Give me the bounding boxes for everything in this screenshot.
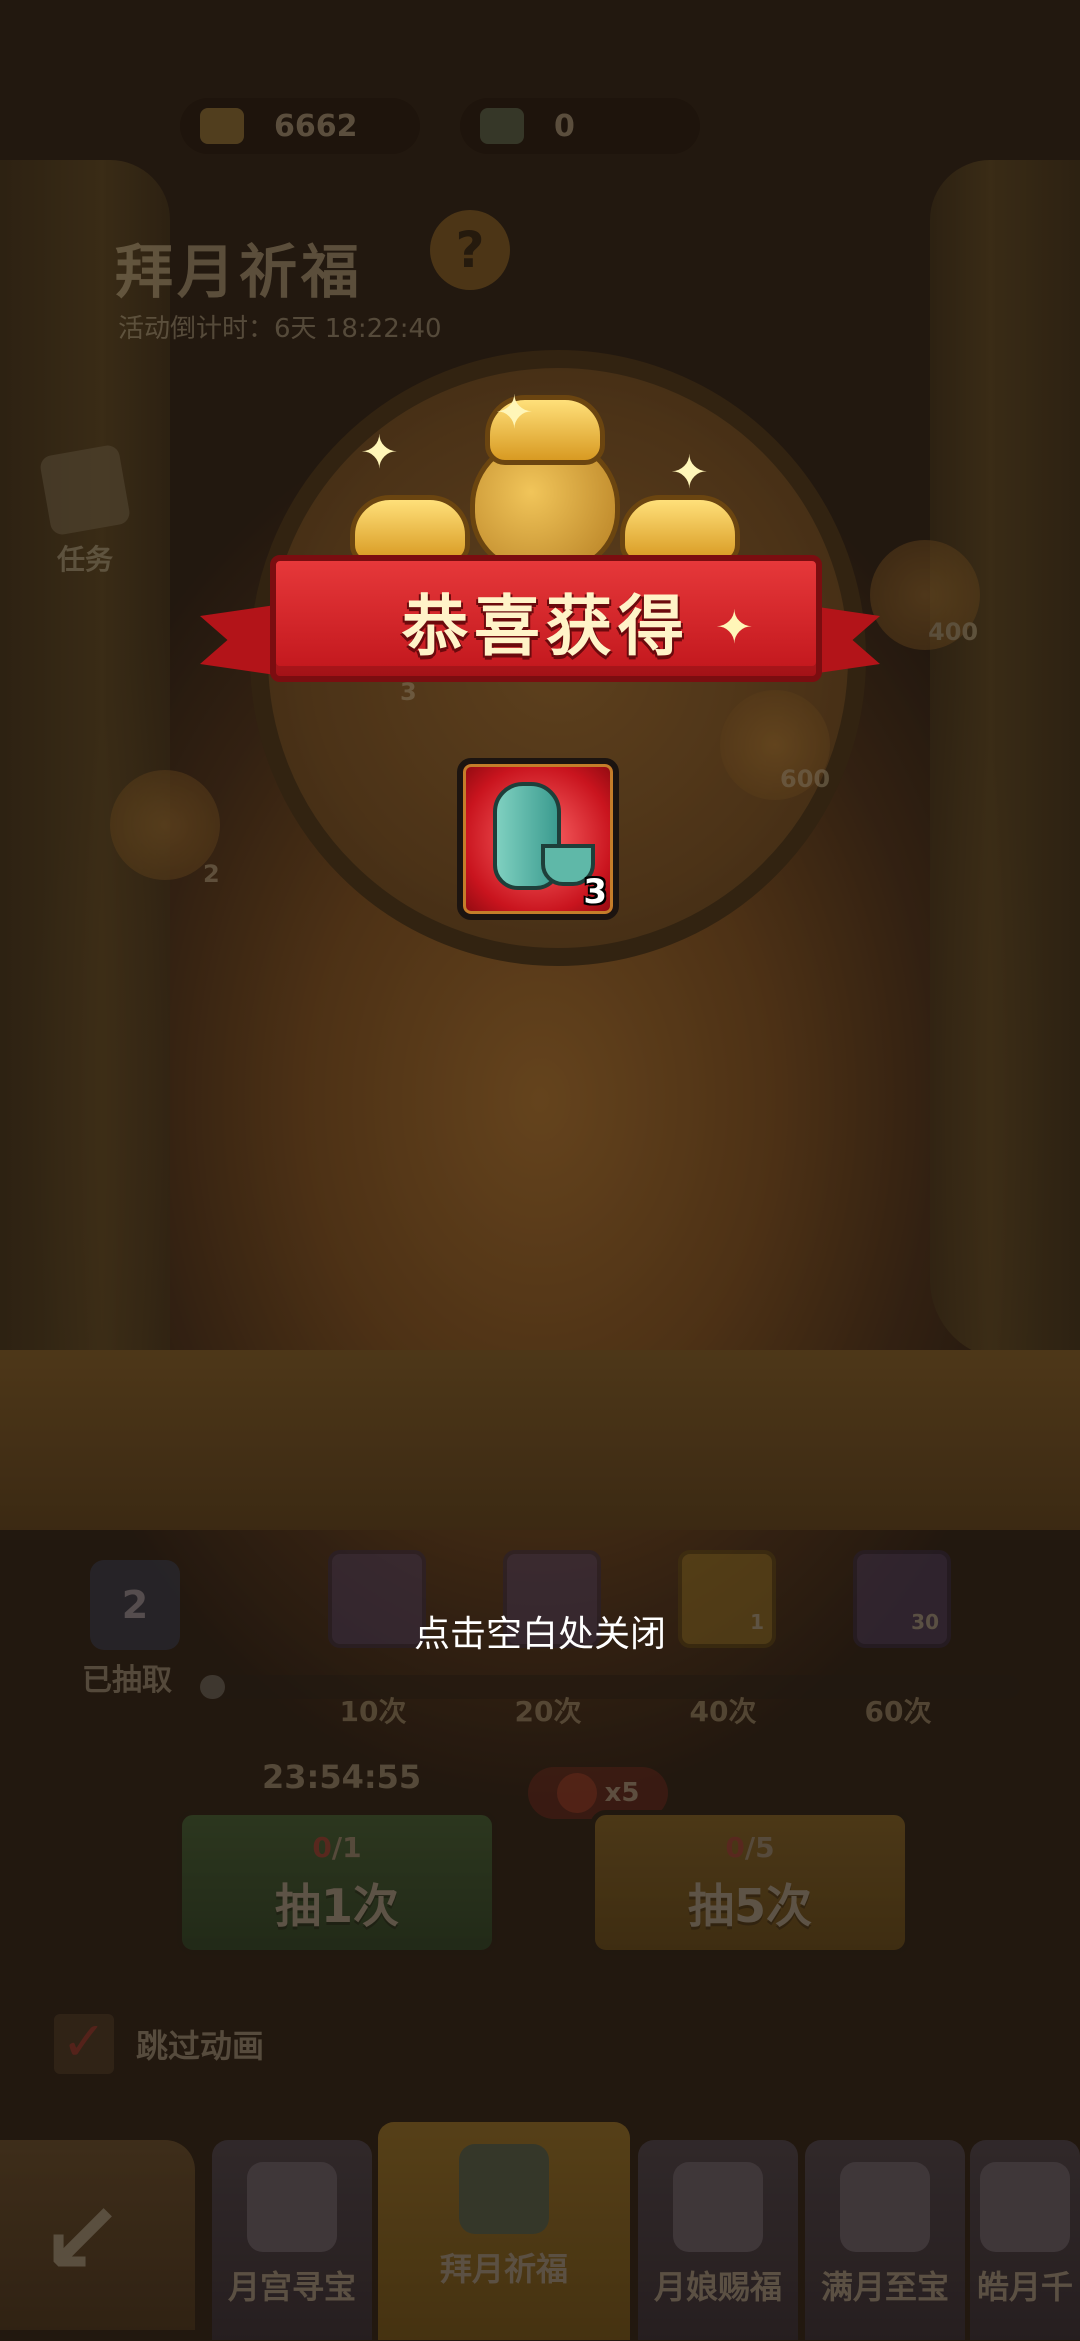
sparkle-icon: ✦ — [715, 600, 754, 654]
congrats-banner: 恭喜获得 ✦ — [200, 555, 880, 682]
treasure-pile-icon: ✦ ✦ ✦ — [320, 385, 760, 575]
sparkle-icon: ✦ — [670, 445, 709, 499]
reward-count: 3 — [583, 872, 607, 912]
reward-item[interactable]: 3 — [457, 758, 619, 920]
close-hint: 点击空白处关闭 — [413, 1614, 666, 1655]
modal-backdrop[interactable] — [0, 0, 1080, 2341]
sparkle-icon: ✦ — [495, 385, 534, 439]
sparkle-icon: ✦ — [360, 425, 399, 479]
